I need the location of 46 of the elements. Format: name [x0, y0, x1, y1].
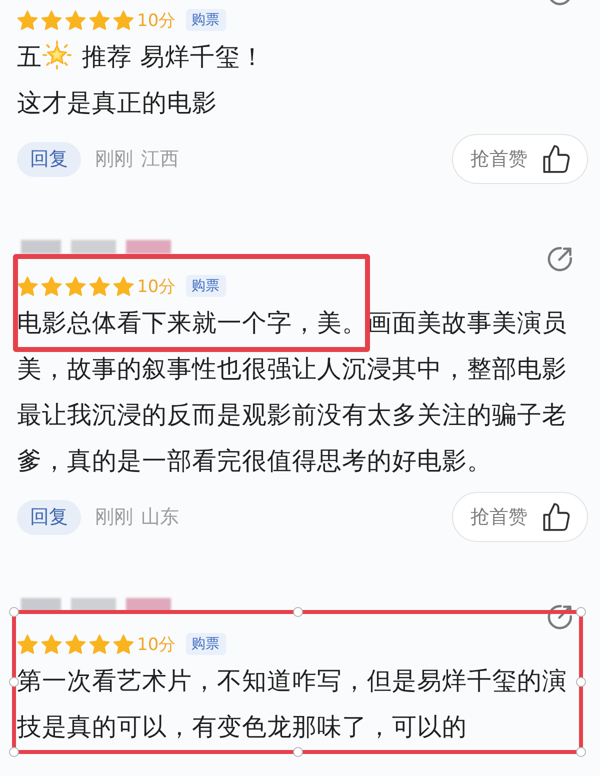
star-icon — [17, 10, 38, 30]
resize-handle — [576, 747, 586, 757]
star-icon — [41, 10, 62, 30]
thumbs-up-icon — [542, 503, 570, 531]
star-icon — [89, 10, 110, 30]
resize-handle — [9, 677, 19, 687]
post-time: 刚刚 — [95, 147, 133, 172]
share-icon[interactable] — [547, 604, 573, 630]
ticket-badge: 购票 — [186, 633, 226, 655]
post-location: 山东 — [141, 505, 179, 530]
star-icon — [65, 634, 86, 654]
resize-handle — [9, 607, 19, 617]
ticket-badge: 购票 — [186, 9, 226, 31]
post-time: 刚刚 — [95, 505, 133, 530]
resize-handle — [292, 607, 302, 617]
star-icon — [65, 276, 86, 296]
rating-score: 10分 — [137, 10, 176, 32]
resize-handle — [9, 747, 19, 757]
like-button[interactable]: 抢首赞 — [452, 134, 588, 184]
star-icon — [89, 276, 110, 296]
glowing-star-icon — [42, 40, 72, 70]
resize-handle — [576, 607, 586, 617]
like-button[interactable]: 抢首赞 — [452, 492, 588, 542]
star-icon — [17, 276, 38, 296]
thumbs-up-icon — [542, 145, 570, 173]
review-text: 推荐 易烊千玺！ — [82, 42, 265, 71]
star-icon — [17, 634, 38, 654]
review-text: 五 — [17, 42, 42, 71]
share-icon[interactable] — [547, 246, 573, 272]
star-icon — [89, 634, 110, 654]
review-text: 第一次看艺术片，不知道咋写，但是易烊千玺的演技是真的可以，有变色龙那味了，可以的 — [17, 666, 567, 741]
review-text: 这才是真正的电影 — [17, 88, 217, 117]
ticket-badge: 购票 — [186, 275, 226, 297]
reply-button[interactable]: 回复 — [17, 500, 81, 534]
star-icon — [113, 634, 134, 654]
star-icon — [113, 276, 134, 296]
rating-score: 10分 — [137, 276, 176, 298]
star-icon — [65, 10, 86, 30]
post-location: 江西 — [141, 147, 179, 172]
star-icon — [113, 10, 134, 30]
resize-handle — [292, 747, 302, 757]
reply-button[interactable]: 回复 — [17, 142, 81, 176]
rating-score: 10分 — [137, 634, 176, 656]
star-icon — [41, 634, 62, 654]
resize-handle — [576, 677, 586, 687]
star-icon — [41, 276, 62, 296]
